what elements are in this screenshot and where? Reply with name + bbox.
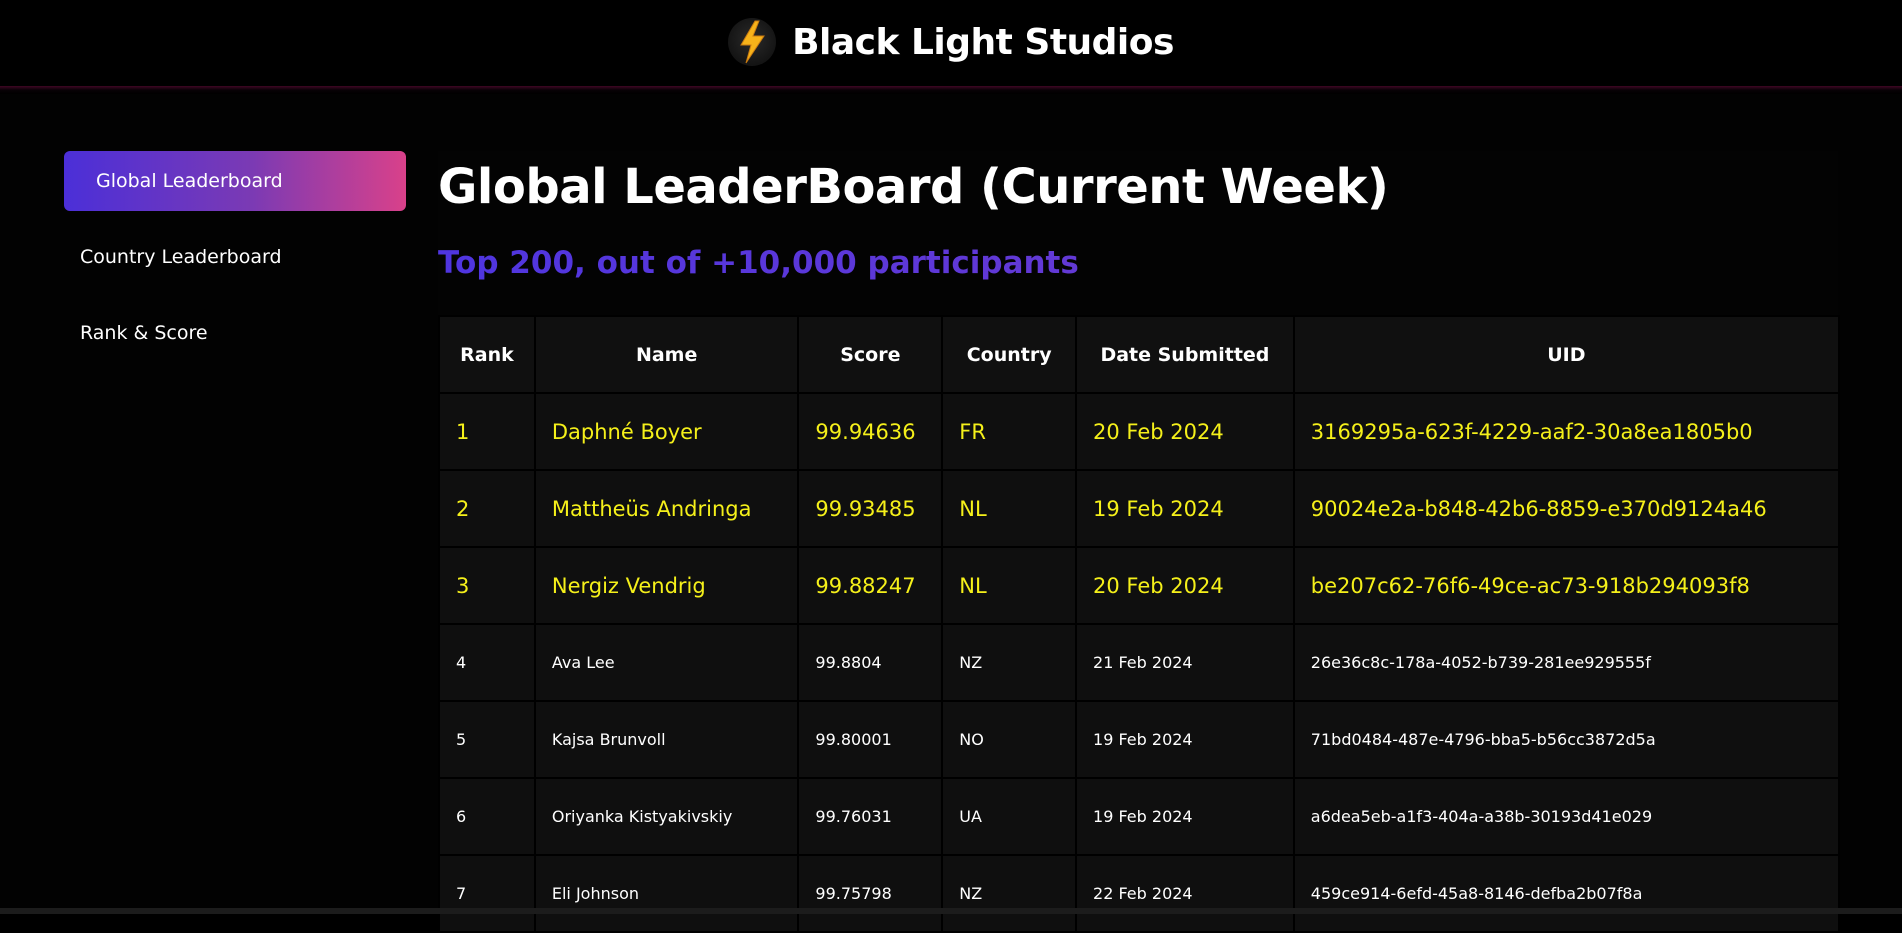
table-header-row: Rank Name Score Country Date Submitted U…	[438, 315, 1841, 394]
table-row[interactable]: 6 Oriyanka Kistyakivskiy 99.76031 UA 19 …	[438, 777, 1841, 856]
main-content: Global LeaderBoard (Current Week) Top 20…	[438, 151, 1841, 933]
leaderboard-table: Rank Name Score Country Date Submitted U…	[438, 315, 1841, 933]
name-cell: Nergiz Vendrig	[533, 546, 800, 625]
column-header-rank[interactable]: Rank	[438, 315, 536, 394]
rank-cell: 3	[438, 546, 536, 625]
date-cell: 19 Feb 2024	[1075, 700, 1295, 779]
sidebar-item-country-leaderboard[interactable]: Country Leaderboard	[64, 227, 406, 287]
score-cell: 99.76031	[797, 777, 944, 856]
top-header: Black Light Studios	[0, 0, 1902, 88]
date-cell: 21 Feb 2024	[1075, 623, 1295, 702]
table-row[interactable]: 1 Daphné Boyer 99.94636 FR 20 Feb 2024 3…	[438, 392, 1841, 471]
rank-cell: 6	[438, 777, 536, 856]
table-row[interactable]: 7 Eli Johnson 99.75798 NZ 22 Feb 2024 45…	[438, 854, 1841, 933]
uid-cell: 71bd0484-487e-4796-bba5-b56cc3872d5a	[1292, 700, 1841, 779]
column-header-uid[interactable]: UID	[1292, 315, 1841, 394]
sidebar-item-label: Country Leaderboard	[80, 246, 282, 268]
table-row[interactable]: 5 Kajsa Brunvoll 99.80001 NO 19 Feb 2024…	[438, 700, 1841, 779]
date-cell: 22 Feb 2024	[1075, 854, 1295, 933]
uid-cell: a6dea5eb-a1f3-404a-a38b-30193d41e029	[1292, 777, 1841, 856]
sidebar-item-label: Global Leaderboard	[96, 170, 283, 192]
header-divider	[0, 86, 1902, 94]
rank-cell: 7	[438, 854, 536, 933]
page-title: Global LeaderBoard (Current Week)	[438, 159, 1389, 215]
table-row[interactable]: 3 Nergiz Vendrig 99.88247 NL 20 Feb 2024…	[438, 546, 1841, 625]
name-cell: Ava Lee	[533, 623, 800, 702]
uid-cell: 90024e2a-b848-42b6-8859-e370d9124a46	[1292, 469, 1841, 548]
brand-name: Black Light Studios	[792, 21, 1174, 63]
column-header-country[interactable]: Country	[941, 315, 1078, 394]
score-cell: 99.94636	[797, 392, 944, 471]
rank-cell: 2	[438, 469, 536, 548]
table-row[interactable]: 4 Ava Lee 99.8804 NZ 21 Feb 2024 26e36c8…	[438, 623, 1841, 702]
uid-cell: 26e36c8c-178a-4052-b739-281ee929555f	[1292, 623, 1841, 702]
page-subtitle: Top 200, out of +10,000 participants	[438, 231, 1838, 281]
column-header-score[interactable]: Score	[797, 315, 944, 394]
name-cell: Eli Johnson	[533, 854, 800, 933]
uid-cell: 3169295a-623f-4229-aaf2-30a8ea1805b0	[1292, 392, 1841, 471]
uid-cell: be207c62-76f6-49ce-ac73-918b294093f8	[1292, 546, 1841, 625]
sidebar-item-global-leaderboard[interactable]: Global Leaderboard	[64, 151, 406, 211]
rank-cell: 4	[438, 623, 536, 702]
brand[interactable]: Black Light Studios	[728, 18, 1174, 66]
date-cell: 20 Feb 2024	[1075, 546, 1295, 625]
date-cell: 19 Feb 2024	[1075, 469, 1295, 548]
rank-cell: 5	[438, 700, 536, 779]
sidebar-item-label: Rank & Score	[80, 322, 208, 344]
country-cell: NZ	[941, 854, 1078, 933]
name-cell: Daphné Boyer	[533, 392, 800, 471]
country-cell: NL	[941, 546, 1078, 625]
score-cell: 99.88247	[797, 546, 944, 625]
country-cell: NZ	[941, 623, 1078, 702]
horizontal-scrollbar[interactable]	[0, 908, 1902, 914]
country-cell: NL	[941, 469, 1078, 548]
lightning-bolt-icon	[728, 18, 777, 66]
rank-cell: 1	[438, 392, 536, 471]
country-cell: UA	[941, 777, 1078, 856]
uid-cell: 459ce914-6efd-45a8-8146-defba2b07f8a	[1292, 854, 1841, 933]
score-cell: 99.75798	[797, 854, 944, 933]
name-cell: Mattheüs Andringa	[533, 469, 800, 548]
column-header-name[interactable]: Name	[533, 315, 800, 394]
name-cell: Oriyanka Kistyakivskiy	[533, 777, 800, 856]
country-cell: FR	[941, 392, 1078, 471]
sidebar: Global Leaderboard Country Leaderboard R…	[64, 151, 406, 379]
title-block: Global LeaderBoard (Current Week) Top 20…	[438, 151, 1838, 315]
name-cell: Kajsa Brunvoll	[533, 700, 800, 779]
score-cell: 99.80001	[797, 700, 944, 779]
score-cell: 99.93485	[797, 469, 944, 548]
sidebar-item-rank-score[interactable]: Rank & Score	[64, 303, 406, 363]
date-cell: 20 Feb 2024	[1075, 392, 1295, 471]
country-cell: NO	[941, 700, 1078, 779]
column-header-date-submitted[interactable]: Date Submitted	[1075, 315, 1295, 394]
table-row[interactable]: 2 Mattheüs Andringa 99.93485 NL 19 Feb 2…	[438, 469, 1841, 548]
date-cell: 19 Feb 2024	[1075, 777, 1295, 856]
score-cell: 99.8804	[797, 623, 944, 702]
